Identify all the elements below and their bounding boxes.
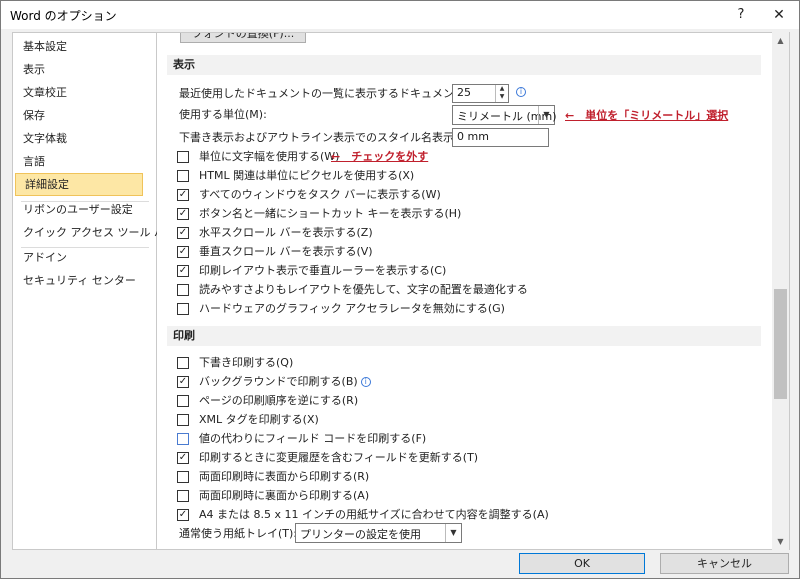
sidebar-item-advanced[interactable]: 詳細設定 <box>15 173 143 196</box>
checkbox-box[interactable] <box>177 395 189 407</box>
checkmark-icon[interactable]: ✓ <box>177 509 189 521</box>
checkmark-icon[interactable]: ✓ <box>177 208 189 220</box>
print-section-header: 印刷 <box>167 326 761 346</box>
checkbox-label: すべてのウィンドウをタスク バーに表示する(W) <box>199 188 441 201</box>
units-select[interactable]: ミリメートル (mm) ▼ <box>452 105 557 125</box>
category-sidebar: 基本設定 表示 文章校正 保存 文字体裁 言語 詳細設定 リボンのユーザー設定 … <box>12 32 176 550</box>
chevron-down-icon[interactable]: ▼ <box>538 106 554 124</box>
uncheck-annotation: ← チェックを外す <box>331 150 429 163</box>
sidebar-item-trust-center[interactable]: セキュリティ センター <box>13 269 156 292</box>
title-bar: Word のオプション ? ✕ <box>1 1 799 29</box>
checkmark-icon[interactable]: ✓ <box>177 246 189 258</box>
checkbox-box[interactable] <box>177 471 189 483</box>
checkbox-label: 読みやすさよりもレイアウトを優先して、文字の配置を最適化する <box>199 283 528 296</box>
scroll-thumb[interactable] <box>774 289 787 399</box>
checkbox-label: 単位に文字幅を使用する(W) <box>199 150 340 163</box>
checkbox-label: ハードウェアのグラフィック アクセラレータを無効にする(G) <box>199 302 505 315</box>
checkmark-icon[interactable]: ✓ <box>177 265 189 277</box>
checkmark-icon[interactable]: ✓ <box>177 452 189 464</box>
checkbox-box[interactable] <box>177 433 189 445</box>
paper-tray-select[interactable]: プリンターの設定を使用 ▼ <box>295 523 462 543</box>
spin-up-icon[interactable]: ▲ <box>496 85 508 93</box>
style-width-input[interactable]: 0 mm <box>452 128 549 147</box>
display-section-header: 表示 <box>167 55 761 75</box>
checkbox-box[interactable] <box>177 151 189 163</box>
units-annotation: ← 単位を「ミリメートル」選択 <box>565 109 729 122</box>
ok-button[interactable]: OK <box>519 553 645 574</box>
checkbox-box[interactable] <box>177 490 189 502</box>
checkbox-label: 水平スクロール バーを表示する(Z) <box>199 226 373 239</box>
paper-tray-value: プリンターの設定を使用 <box>300 528 421 541</box>
checkbox-label: 値の代わりにフィールド コードを印刷する(F) <box>199 432 427 445</box>
checkbox-label: 両面印刷時に裏面から印刷する(A) <box>199 489 370 502</box>
recent-docs-spinner[interactable]: 25 ▲ ▼ <box>452 84 509 103</box>
sidebar-item-language[interactable]: 言語 <box>13 150 156 173</box>
checkbox-box[interactable] <box>177 357 189 369</box>
sidebar-item-addins[interactable]: アドイン <box>13 246 156 269</box>
style-width-value[interactable]: 0 mm <box>457 130 489 143</box>
chevron-down-icon[interactable]: ▼ <box>445 524 461 542</box>
vertical-scrollbar[interactable]: ▲ ▼ <box>772 32 789 550</box>
cancel-button[interactable]: キャンセル <box>660 553 789 574</box>
sidebar-item-save[interactable]: 保存 <box>13 104 156 127</box>
paper-tray-label: 通常使う用紙トレイ(T): <box>179 527 298 540</box>
sidebar-item-display[interactable]: 表示 <box>13 58 156 81</box>
sidebar-item-typography[interactable]: 文字体裁 <box>13 127 156 150</box>
close-button[interactable]: ✕ <box>763 3 795 27</box>
checkmark-icon[interactable]: ✓ <box>177 227 189 239</box>
checkbox-label: 印刷するときに変更履歴を含むフィールドを更新する(T) <box>199 451 479 464</box>
spinner-buttons: ▲ ▼ <box>495 85 508 102</box>
checkbox-label: XML タグを印刷する(X) <box>199 413 319 426</box>
checkbox-label: バックグラウンドで印刷する(B) i <box>199 373 371 391</box>
spin-down-icon[interactable]: ▼ <box>496 93 508 101</box>
font-substitution-button[interactable]: フォントの置換(F)... <box>180 33 306 43</box>
recent-docs-value[interactable]: 25 <box>457 86 471 99</box>
checkbox-box[interactable] <box>177 284 189 296</box>
checkmark-icon[interactable]: ✓ <box>177 376 189 388</box>
checkbox-label: ページの印刷順序を逆にする(R) <box>199 394 359 407</box>
checkbox-label: 下書き印刷する(Q) <box>199 356 294 369</box>
checkbox-box[interactable] <box>177 303 189 315</box>
style-width-label: 下書き表示およびアウトライン表示でのスタイル名表示領域(E): <box>179 131 496 144</box>
scroll-down-icon[interactable]: ▼ <box>772 533 789 550</box>
checkbox-label: ボタン名と一緒にショートカット キーを表示する(H) <box>199 207 462 220</box>
window-title: Word のオプション <box>10 9 117 23</box>
sidebar-item-quick-access-toolbar[interactable]: クイック アクセス ツール バー <box>13 221 176 244</box>
units-label: 使用する単位(M): <box>179 108 267 121</box>
options-dialog: Word のオプション ? ✕ 基本設定 表示 文章校正 保存 文字体裁 言語 … <box>0 0 800 579</box>
info-icon: i <box>360 377 371 387</box>
checkbox-label: 垂直スクロール バーを表示する(V) <box>199 245 373 258</box>
checkbox-label: A4 または 8.5 x 11 インチの用紙サイズに合わせて内容を調整する(A) <box>199 508 549 521</box>
options-content-pane: フォントの置換(F)... 表示 最近使用したドキュメントの一覧に表示するドキュ… <box>157 32 790 550</box>
help-button[interactable]: ? <box>727 3 755 27</box>
checkbox-label: 両面印刷時に表面から印刷する(R) <box>199 470 370 483</box>
info-icon: i <box>516 87 526 97</box>
checkbox-label: HTML 関連は単位にピクセルを使用する(X) <box>199 169 415 182</box>
checkbox-label: 印刷レイアウト表示で垂直ルーラーを表示する(C) <box>199 264 447 277</box>
checkbox-box[interactable] <box>177 170 189 182</box>
sidebar-item-proofing[interactable]: 文章校正 <box>13 81 156 104</box>
scroll-up-icon[interactable]: ▲ <box>772 32 789 49</box>
checkbox-box[interactable] <box>177 414 189 426</box>
checkmark-icon[interactable]: ✓ <box>177 189 189 201</box>
sidebar-item-general[interactable]: 基本設定 <box>13 35 156 58</box>
sidebar-item-customize-ribbon[interactable]: リボンのユーザー設定 <box>13 198 156 221</box>
